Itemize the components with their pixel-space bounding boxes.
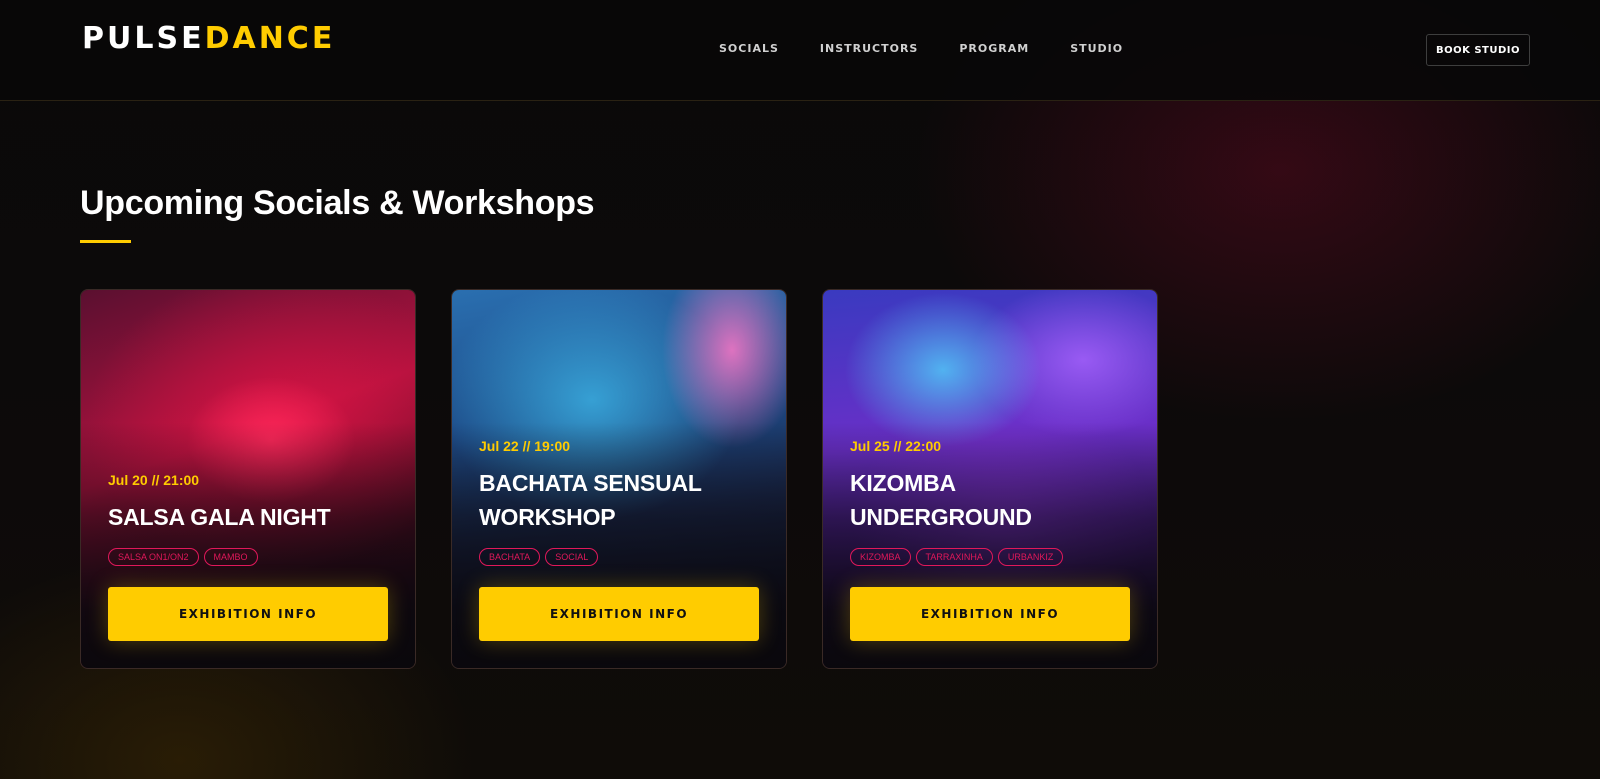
- exhibition-info-button[interactable]: EXHIBITION INFO: [479, 587, 759, 641]
- event-name: BACHATA SENSUAL WORKSHOP: [479, 470, 702, 530]
- nav-link-program[interactable]: PROGRAM: [959, 42, 1029, 55]
- event-tag: KIZOMBA: [850, 548, 911, 566]
- main-nav: SOCIALS INSTRUCTORS PROGRAM STUDIO: [719, 42, 1164, 55]
- event-name: KIZOMBA UNDERGROUND: [850, 470, 1032, 530]
- event-card-salsa[interactable]: Jul 20 // 21:00 SALSA GALA NIGHT SALSA O…: [80, 289, 416, 669]
- exhibition-info-button[interactable]: EXHIBITION INFO: [108, 587, 388, 641]
- site-header: PULSEDANCE SOCIALS INSTRUCTORS PROGRAM S…: [0, 0, 1600, 101]
- event-tags: KIZOMBA TARRAXINHA URBANKIZ: [850, 548, 1130, 566]
- nav-link-studio[interactable]: STUDIO: [1070, 42, 1123, 55]
- event-tag: URBANKIZ: [997, 548, 1064, 566]
- section-title: Upcoming Socials & Workshops: [80, 184, 595, 222]
- page: PULSEDANCE SOCIALS INSTRUCTORS PROGRAM S…: [0, 0, 1600, 779]
- book-studio-button[interactable]: BOOK STUDIO: [1426, 34, 1530, 66]
- event-tag: TARRAXINHA: [915, 548, 993, 566]
- logo-text-dance: DANCE: [204, 21, 336, 56]
- event-card-content: Jul 22 // 19:00 BACHATA SENSUAL WORKSHOP…: [479, 438, 759, 641]
- event-tag: SOCIAL: [545, 548, 599, 566]
- event-name: SALSA GALA NIGHT: [108, 504, 331, 530]
- event-card-bachata[interactable]: Jul 22 // 19:00 BACHATA SENSUAL WORKSHOP…: [451, 289, 787, 669]
- event-card-content: Jul 25 // 22:00 KIZOMBA UNDERGROUND KIZO…: [850, 438, 1130, 641]
- event-tags: SALSA ON1/ON2 MAMBO: [108, 548, 388, 566]
- event-date: Jul 20 // 21:00: [108, 472, 200, 488]
- event-tag: SALSA ON1/ON2: [108, 548, 199, 566]
- event-tag: BACHATA: [479, 548, 541, 566]
- event-date: Jul 22 // 19:00: [479, 438, 571, 454]
- event-date: Jul 25 // 22:00: [850, 438, 942, 454]
- event-card-kizomba[interactable]: Jul 25 // 22:00 KIZOMBA UNDERGROUND KIZO…: [822, 289, 1158, 669]
- nav-link-socials[interactable]: SOCIALS: [719, 42, 779, 55]
- event-tags: BACHATA SOCIAL: [479, 548, 759, 566]
- nav-link-instructors[interactable]: INSTRUCTORS: [820, 42, 918, 55]
- exhibition-info-button[interactable]: EXHIBITION INFO: [850, 587, 1130, 641]
- event-tag: MAMBO: [203, 548, 258, 566]
- logo[interactable]: PULSEDANCE: [82, 22, 335, 56]
- title-underline: [80, 240, 131, 243]
- logo-text-pulse: PULSE: [82, 21, 205, 56]
- event-card-content: Jul 20 // 21:00 SALSA GALA NIGHT SALSA O…: [108, 472, 388, 641]
